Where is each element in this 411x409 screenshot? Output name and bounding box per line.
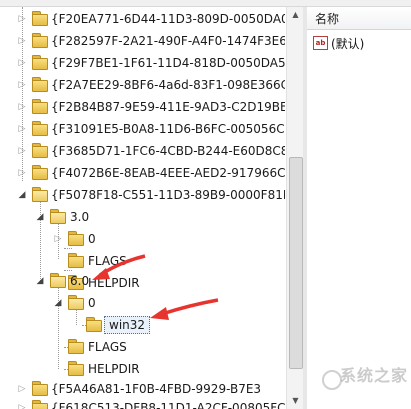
tree-node[interactable]: ◢ {F5078F18-C551-11D3-89B9-0000F81FE2 (0, 185, 285, 207)
tree-node[interactable]: ◢ 0 (0, 293, 285, 315)
ab-string-icon: ab (313, 36, 328, 50)
expand-arrow-icon[interactable]: ▷ (16, 101, 28, 113)
expand-arrow-icon[interactable]: ▷ (16, 402, 28, 409)
tree-node-label[interactable]: 3.0 (70, 209, 89, 225)
folder-icon (68, 231, 84, 246)
folder-icon (32, 121, 48, 136)
folder-icon (68, 361, 84, 376)
expand-arrow-icon[interactable]: ▷ (16, 123, 28, 135)
tree-node-label[interactable]: {F2A7EE29-8BF6-4a6d-83F1-098E366C70 (51, 77, 285, 93)
tree-node[interactable]: HELPDIR (0, 359, 285, 381)
tree-node-label[interactable]: {F20EA771-6D44-11D3-809D-0050DA0F1 (51, 11, 285, 27)
value-name[interactable]: (默认) (331, 35, 364, 52)
tree-node[interactable]: ▷ {F29F7BE1-1F61-11D4-818D-0050DA5F0 (0, 53, 285, 75)
tree-node-label[interactable]: {F4072B6E-8EAB-4EEE-AED2-917966C3A (51, 165, 285, 181)
expand-arrow-icon[interactable]: ▷ (16, 145, 28, 157)
tree-node[interactable]: ◢ 6.0 (0, 271, 285, 293)
tree-node[interactable]: ▷ {F618C513-DFB8-11D1-A2CF-00805FC7 (0, 398, 285, 409)
menu-bar (0, 0, 411, 7)
scroll-down-arrow-icon[interactable]: ▼ (287, 393, 304, 409)
tree-node-label[interactable]: {F618C513-DFB8-11D1-A2CF-00805FC7 (51, 400, 285, 409)
folder-icon (32, 99, 48, 114)
registry-values-pane[interactable]: 名称 ab (默认) (307, 7, 411, 409)
tree-node-label[interactable]: {F5A46A81-1F0B-4FBD-9929-B7E3 (51, 381, 261, 397)
expand-arrow-icon[interactable]: ▷ (16, 13, 28, 25)
tree-node[interactable]: ▷ {F3685D71-1FC6-4CBD-B244-E60D8C899 (0, 141, 285, 163)
tree-node[interactable]: ▷ {F31091E5-B0A8-11D6-B6FC-005056C00 (0, 119, 285, 141)
watermark-text: 系统之家 (340, 366, 409, 385)
open-folder-icon (68, 295, 84, 310)
collapse-arrow-icon[interactable]: ◢ (34, 211, 46, 223)
folder-icon (32, 400, 48, 409)
open-folder-icon (50, 209, 66, 224)
folder-icon (32, 143, 48, 158)
expand-arrow-icon[interactable]: ▷ (52, 233, 64, 245)
tree-vertical-scrollbar[interactable]: ▲ ▼ (286, 7, 304, 409)
folder-icon (86, 317, 102, 332)
folder-icon (32, 77, 48, 92)
tree-node-label[interactable]: {F282597F-2A21-490F-A4F0-1474F3E66B (51, 33, 285, 49)
value-row-default[interactable]: ab (默认) (307, 35, 411, 53)
tree-node[interactable]: ▷ 0 (0, 229, 285, 251)
collapse-arrow-icon[interactable]: ◢ (16, 189, 28, 201)
scroll-thumb[interactable] (289, 157, 303, 369)
tree-node[interactable]: FLAGS (0, 251, 285, 273)
collapse-arrow-icon[interactable]: ◢ (52, 297, 64, 309)
tree-node[interactable]: FLAGS (0, 337, 285, 359)
expand-arrow-icon[interactable]: ▷ (16, 35, 28, 47)
column-header-name[interactable]: 名称 (307, 7, 411, 30)
open-folder-icon (50, 273, 66, 288)
tree-node[interactable]: ▷ {F2A7EE29-8BF6-4a6d-83F1-098E366C70 (0, 75, 285, 97)
tree-node-label[interactable]: {F5078F18-C551-11D3-89B9-0000F81FE2 (51, 187, 285, 203)
tree-node[interactable]: ◢ 3.0 (0, 207, 285, 229)
tree-node-label[interactable]: {F3685D71-1FC6-4CBD-B244-E60D8C899 (51, 143, 285, 159)
tree-node-label[interactable]: FLAGS (88, 253, 127, 269)
folder-icon (32, 55, 48, 70)
watermark-logo-icon (322, 370, 342, 390)
tree-node-label[interactable]: FLAGS (88, 339, 127, 355)
folder-icon (32, 165, 48, 180)
tree-node-label[interactable]: 6.0 (70, 273, 89, 289)
expand-arrow-icon[interactable]: ▷ (16, 383, 28, 395)
expand-arrow-icon[interactable]: ▷ (16, 57, 28, 69)
expand-arrow-icon[interactable]: ▷ (16, 79, 28, 91)
folder-icon (68, 253, 84, 268)
folder-icon (32, 33, 48, 48)
scroll-up-arrow-icon[interactable]: ▲ (287, 7, 304, 23)
open-folder-icon (32, 187, 48, 202)
tree-node-label[interactable]: 0 (88, 231, 96, 247)
folder-icon (32, 381, 48, 396)
tree-node-label[interactable]: win32 (104, 316, 151, 334)
tree-node-selected[interactable]: win32 (0, 315, 285, 337)
tree-node-label[interactable]: HELPDIR (88, 361, 140, 377)
tree-node-label[interactable]: 0 (88, 295, 96, 311)
tree-node-label[interactable]: {F31091E5-B0A8-11D6-B6FC-005056C00 (51, 121, 285, 137)
tree-node[interactable]: ▷ {F282597F-2A21-490F-A4F0-1474F3E66B (0, 31, 285, 53)
folder-icon (68, 339, 84, 354)
registry-key-tree[interactable]: ▷ {F20EA771-6D44-11D3-809D-0050DA0F1 ▷ {… (0, 7, 285, 409)
folder-icon (32, 11, 48, 26)
tree-node[interactable]: ▷ {F20EA771-6D44-11D3-809D-0050DA0F1 (0, 9, 285, 31)
collapse-arrow-icon[interactable]: ◢ (34, 275, 46, 287)
tree-node[interactable]: ▷ {F2B84B87-9E59-411E-9AD3-C2D19BEAE (0, 97, 285, 119)
column-header-label: 名称 (315, 12, 340, 26)
tree-node[interactable]: ▷ {F4072B6E-8EAB-4EEE-AED2-917966C3A (0, 163, 285, 185)
tree-node-label[interactable]: {F2B84B87-9E59-411E-9AD3-C2D19BEAE (51, 99, 285, 115)
expand-arrow-icon[interactable]: ▷ (16, 167, 28, 179)
tree-node-label[interactable]: {F29F7BE1-1F61-11D4-818D-0050DA5F0 (51, 55, 285, 71)
